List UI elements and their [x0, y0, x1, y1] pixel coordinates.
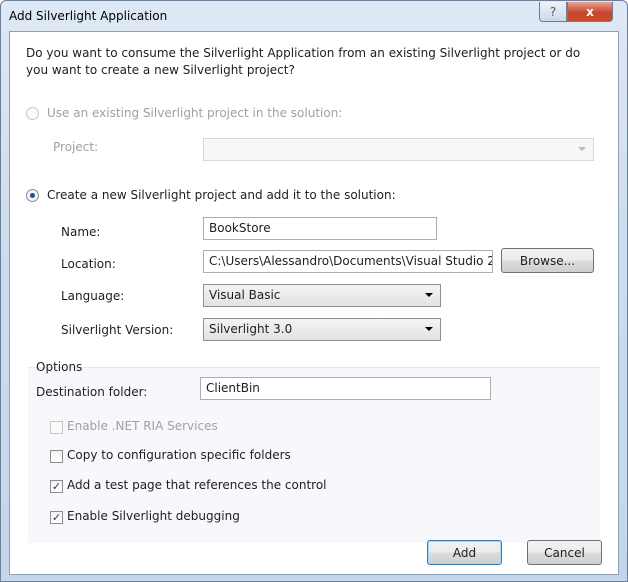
window-title: Add Silverlight Application	[9, 9, 168, 23]
cancel-button[interactable]: Cancel	[527, 540, 602, 565]
name-label: Name:	[61, 225, 101, 239]
chevron-down-icon	[425, 327, 433, 331]
title-bar[interactable]: Add Silverlight Application ? x	[1, 1, 627, 31]
use-existing-radio[interactable]	[26, 107, 39, 120]
dialog-body: Do you want to consume the Silverlight A…	[9, 31, 619, 575]
checkmark-icon: ✓	[51, 480, 62, 493]
ria-services-checkbox[interactable]	[50, 421, 63, 434]
close-button[interactable]: x	[567, 2, 613, 22]
browse-button[interactable]: Browse...	[501, 248, 594, 273]
location-input[interactable]: C:\Users\Alessandro\Documents\Visual Stu…	[203, 250, 493, 273]
project-label: Project:	[53, 140, 99, 154]
add-button-label: Add	[452, 545, 477, 560]
name-input[interactable]: BookStore	[203, 217, 437, 240]
question-text: Do you want to consume the Silverlight A…	[26, 46, 581, 77]
close-icon: x	[586, 4, 594, 19]
silverlight-version-dropdown[interactable]: Silverlight 3.0	[203, 318, 441, 341]
language-label: Language:	[61, 289, 125, 303]
test-page-checkbox[interactable]: ✓	[50, 480, 63, 493]
silverlight-version-label: Silverlight Version:	[61, 323, 174, 337]
language-value: Visual Basic	[209, 288, 281, 302]
help-icon: ?	[549, 4, 557, 19]
use-existing-label: Use an existing Silverlight project in t…	[47, 106, 343, 120]
debugging-label: Enable Silverlight debugging	[67, 509, 240, 523]
options-heading: Options	[36, 360, 83, 374]
checkmark-icon: ✓	[51, 511, 62, 524]
location-label: Location:	[61, 257, 116, 271]
destination-folder-label: Destination folder:	[36, 385, 148, 399]
cancel-button-label: Cancel	[544, 545, 585, 560]
add-button[interactable]: Add	[427, 540, 502, 565]
debugging-checkbox[interactable]: ✓	[50, 511, 63, 524]
ria-services-label: Enable .NET RIA Services	[67, 419, 218, 433]
silverlight-version-value: Silverlight 3.0	[209, 322, 293, 336]
help-button[interactable]: ?	[539, 2, 567, 22]
copy-config-label: Copy to configuration specific folders	[67, 448, 291, 462]
project-dropdown[interactable]	[203, 138, 594, 161]
language-dropdown[interactable]: Visual Basic	[203, 284, 441, 307]
create-new-radio[interactable]	[26, 189, 39, 202]
browse-button-label: Browse...	[519, 253, 576, 268]
copy-config-checkbox[interactable]	[50, 450, 63, 463]
test-page-label: Add a test page that references the cont…	[67, 478, 327, 492]
chevron-down-icon	[425, 293, 433, 297]
destination-folder-input[interactable]: ClientBin	[200, 377, 491, 400]
chevron-down-icon	[578, 147, 586, 151]
create-new-label: Create a new Silverlight project and add…	[47, 188, 396, 202]
dialog-window: Add Silverlight Application ? x Do you w…	[0, 0, 628, 582]
